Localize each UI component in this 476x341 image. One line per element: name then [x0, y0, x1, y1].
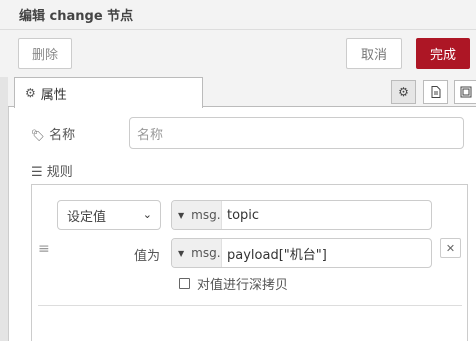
name-input[interactable]: 名称 [129, 117, 464, 149]
panel-left-strip [0, 77, 8, 341]
rule-value-input[interactable]: ▼ msg. payload["机台"] [171, 238, 432, 268]
name-label: 🏷 名称 [31, 124, 75, 143]
value-value: payload["机台"] [227, 247, 327, 263]
property-type-label: msg. [191, 208, 221, 222]
drag-handle-icon[interactable]: ≡ [38, 241, 50, 257]
dialog-toolbar: 删除 取消 完成 [0, 30, 476, 77]
close-icon: ✕ [445, 241, 456, 255]
remove-rule-button[interactable]: ✕ [440, 238, 461, 258]
done-button[interactable]: 完成 [416, 38, 470, 69]
delete-button[interactable]: 删除 [18, 38, 72, 69]
rule-separator [38, 305, 462, 306]
tab-properties[interactable]: ⚙ 属性 [14, 77, 203, 108]
chevron-down-icon: ⌄ [142, 208, 152, 221]
caret-down-icon: ▼ [178, 248, 185, 258]
gear-icon: ⚙ [25, 86, 36, 100]
deepcopy-label: 对值进行深拷贝 [197, 278, 289, 293]
settings-tab-button[interactable]: ⚙ [391, 80, 416, 104]
cancel-button[interactable]: 取消 [346, 38, 402, 69]
rule-property-input[interactable]: ▼ msg. topic [171, 200, 432, 230]
deepcopy-option[interactable]: 对值进行深拷贝 [179, 274, 288, 293]
to-label: 值为 [134, 249, 161, 264]
appearance-tab-button[interactable] [454, 80, 476, 104]
tab-properties-label: 属性 [40, 87, 67, 103]
dialog-title: 编辑 change 节点 [0, 0, 476, 30]
gear-icon: ⚙ [398, 85, 409, 99]
value-type-label: msg. [191, 246, 221, 260]
property-type-selector[interactable]: ▼ msg. [172, 201, 222, 229]
description-tab-button[interactable] [423, 80, 448, 104]
frame-icon [460, 86, 471, 98]
caret-down-icon: ▼ [178, 210, 185, 220]
deepcopy-checkbox[interactable] [179, 278, 190, 289]
rules-label: ☰ 规则 [31, 161, 73, 180]
property-value: topic [227, 207, 260, 223]
name-label-text: 名称 [49, 128, 76, 143]
list-icon: ☰ [31, 165, 43, 180]
rule-action-value: 设定值 [67, 209, 107, 225]
rules-label-text: 规则 [46, 165, 73, 180]
value-type-selector[interactable]: ▼ msg. [172, 239, 222, 267]
rule-action-select[interactable]: 设定值 ⌄ [57, 200, 161, 230]
document-icon [431, 86, 440, 98]
tag-icon: 🏷 [31, 129, 45, 142]
